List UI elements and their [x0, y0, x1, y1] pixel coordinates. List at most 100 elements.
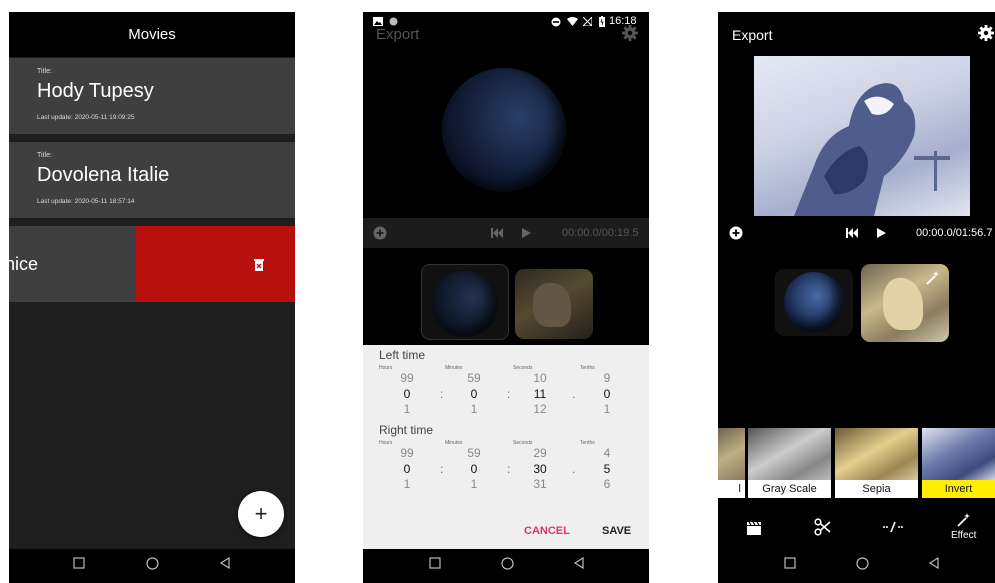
time-separator: .	[572, 387, 576, 401]
hours-prev[interactable]: 99	[392, 371, 422, 385]
time-separator: :	[507, 462, 511, 476]
tenths-current[interactable]: 5	[592, 462, 622, 476]
nav-square-icon[interactable]	[784, 557, 796, 569]
left-time-label: Left time	[379, 348, 426, 362]
clip-thumbnail-statue[interactable]	[861, 264, 949, 342]
nav-square-icon[interactable]	[429, 557, 441, 569]
export-button[interactable]: Export	[732, 27, 772, 43]
minutes-prev[interactable]: 59	[459, 371, 489, 385]
filter-preview-image	[718, 428, 745, 480]
trim-icon[interactable]	[882, 521, 904, 533]
seconds-next[interactable]: 31	[525, 477, 555, 491]
swiped-movie-card[interactable]: nice	[9, 226, 136, 302]
minutes-prev[interactable]: 59	[459, 446, 489, 460]
time-display: 00:00.0/01:56.7	[916, 227, 993, 239]
hours-next[interactable]: 1	[392, 402, 422, 416]
export-time-screen: 16:18 Export 00:00.0/00:19.5 Left time H…	[363, 12, 649, 583]
magic-wand-icon[interactable]	[956, 512, 972, 528]
minutes-current[interactable]: 0	[459, 387, 489, 401]
time-separator: :	[440, 387, 444, 401]
image-notification-icon	[373, 17, 383, 26]
minutes-next[interactable]: 1	[459, 402, 489, 416]
nav-circle-icon[interactable]	[501, 557, 514, 570]
save-button[interactable]: SAVE	[602, 525, 631, 537]
seconds-next[interactable]: 12	[525, 402, 555, 416]
wifi-icon	[567, 17, 578, 26]
scissors-icon[interactable]	[814, 518, 832, 536]
battery-icon	[599, 16, 605, 27]
tenths-next[interactable]: 1	[592, 402, 622, 416]
earth-thumbnail-image	[784, 272, 844, 332]
hours-current[interactable]: 0	[392, 462, 422, 476]
title-label: Title:	[37, 68, 52, 75]
movie-title: nice	[9, 253, 39, 274]
filter-preview-image	[835, 428, 918, 480]
time-separator: .	[572, 462, 576, 476]
minutes-next[interactable]: 1	[459, 477, 489, 491]
last-update-text: Last update: 2020-05-11 18:57:14	[37, 198, 135, 205]
tenths-next[interactable]: 6	[592, 477, 622, 491]
filter-label: Gray Scale	[748, 480, 831, 498]
tenths-prev[interactable]: 4	[592, 446, 622, 460]
seconds-current[interactable]: 30	[525, 462, 555, 476]
seconds-current[interactable]: 11	[525, 387, 555, 401]
minutes-current[interactable]: 0	[459, 462, 489, 476]
effect-label[interactable]: Effect	[951, 530, 976, 541]
play-icon[interactable]	[877, 228, 886, 238]
add-clip-icon[interactable]	[729, 226, 743, 240]
settings-gear-icon[interactable]	[622, 25, 638, 41]
export-button[interactable]: Export	[376, 26, 419, 43]
clip-thumbnail-earth[interactable]	[775, 269, 853, 336]
clip-thumbnail-statue[interactable]	[515, 269, 593, 339]
export-effects-screen: Export 00:00.0/01:56.7 l Gray Scale Sepi…	[718, 12, 995, 583]
filter-label: Sepia	[835, 480, 918, 498]
filter-normal[interactable]: l	[718, 428, 745, 498]
play-icon[interactable]	[522, 228, 531, 238]
system-nav-bar	[9, 549, 295, 583]
last-update-text: Last update: 2020-05-11 19:09:25	[37, 114, 135, 121]
playback-controls: 00:00.0/00:19.5	[363, 218, 649, 248]
do-not-disturb-icon	[551, 17, 561, 27]
clapperboard-icon[interactable]	[746, 521, 762, 535]
nav-circle-icon[interactable]	[146, 557, 159, 570]
movie-card[interactable]: Title: Dovolena Italie Last update: 2020…	[9, 142, 295, 218]
video-preview-inverted	[754, 56, 970, 216]
statue-thumbnail-image	[533, 283, 571, 327]
trash-icon[interactable]	[253, 258, 265, 271]
filter-preview-image	[748, 428, 831, 480]
seconds-prev[interactable]: 29	[525, 446, 555, 460]
filter-invert[interactable]: Invert	[922, 428, 995, 498]
magic-wand-icon[interactable]	[925, 270, 941, 286]
filter-gray-scale[interactable]: Gray Scale	[748, 428, 831, 498]
cancel-button[interactable]: CANCEL	[524, 525, 570, 537]
settings-gear-icon[interactable]	[978, 25, 994, 41]
delete-swipe-area[interactable]	[136, 226, 295, 302]
tenths-prev[interactable]: 9	[592, 371, 622, 385]
hours-prev[interactable]: 99	[392, 446, 422, 460]
nav-circle-icon[interactable]	[856, 557, 869, 570]
add-movie-button[interactable]: +	[238, 491, 284, 537]
playback-controls: 00:00.0/01:56.7	[718, 218, 995, 248]
video-preview	[442, 68, 566, 192]
movies-screen: Movies Title: Hody Tupesy Last update: 2…	[9, 12, 295, 583]
filter-sepia[interactable]: Sepia	[835, 428, 918, 498]
signal-off-icon	[583, 17, 592, 26]
earth-thumbnail-image	[432, 271, 498, 337]
skip-back-icon[interactable]	[491, 228, 503, 238]
clip-thumbnail-earth[interactable]	[421, 264, 509, 340]
filter-preview-image	[922, 428, 995, 480]
tenths-current[interactable]: 0	[592, 387, 622, 401]
nav-triangle-icon[interactable]	[573, 557, 585, 569]
nav-square-icon[interactable]	[73, 557, 85, 569]
hours-next[interactable]: 1	[392, 477, 422, 491]
hours-caption: Hours	[379, 440, 393, 446]
statue-thumbnail-image	[883, 278, 923, 330]
hours-current[interactable]: 0	[392, 387, 422, 401]
nav-triangle-icon[interactable]	[219, 557, 231, 569]
add-clip-icon[interactable]	[373, 226, 387, 240]
nav-triangle-icon[interactable]	[928, 557, 940, 569]
movie-card[interactable]: Title: Hody Tupesy Last update: 2020-05-…	[9, 58, 295, 134]
seconds-prev[interactable]: 10	[525, 371, 555, 385]
app-bar: Movies	[9, 12, 295, 57]
skip-back-icon[interactable]	[846, 228, 858, 238]
